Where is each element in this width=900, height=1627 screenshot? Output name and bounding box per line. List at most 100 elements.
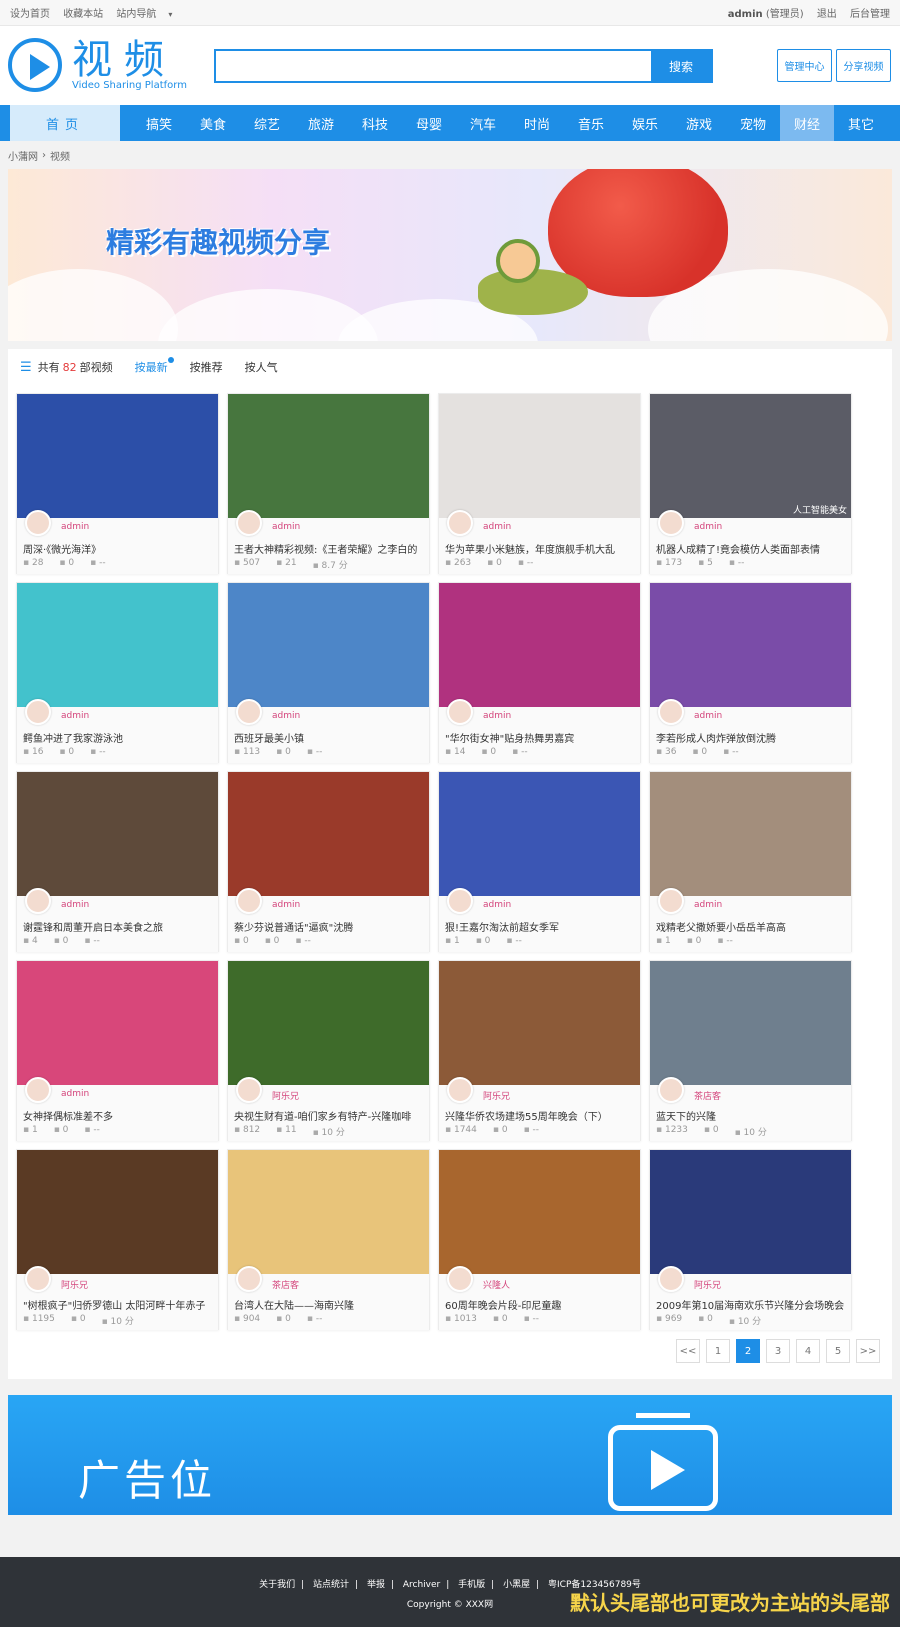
- search-input[interactable]: [216, 51, 651, 81]
- video-author[interactable]: admin: [694, 711, 722, 721]
- video-card[interactable]: admin 谢霆锋和周董开启日本美食之旅 4 0 --: [16, 771, 219, 952]
- video-thumbnail[interactable]: [228, 394, 429, 518]
- avatar[interactable]: [658, 1077, 684, 1103]
- admin-panel-link[interactable]: 后台管理: [850, 9, 890, 20]
- sort-recommended-tab[interactable]: 按推荐: [190, 359, 223, 375]
- video-thumbnail[interactable]: [17, 394, 218, 518]
- avatar[interactable]: [236, 888, 262, 914]
- avatar[interactable]: [236, 510, 262, 536]
- video-thumbnail[interactable]: [17, 961, 218, 1085]
- video-title[interactable]: 周深·《微光海洋》: [23, 541, 212, 556]
- footer-link-stats[interactable]: 站点统计: [313, 1580, 349, 1590]
- video-thumbnail[interactable]: [228, 583, 429, 707]
- video-author[interactable]: admin: [61, 900, 89, 910]
- avatar[interactable]: [658, 888, 684, 914]
- video-author[interactable]: 阿乐兄: [694, 1278, 721, 1291]
- video-thumbnail[interactable]: [228, 1150, 429, 1274]
- nav-item-fashion[interactable]: 时尚: [510, 105, 564, 141]
- video-title[interactable]: 华为苹果小米魅族，年度旗舰手机大乱: [445, 541, 634, 556]
- video-author[interactable]: 阿乐兄: [483, 1089, 510, 1102]
- video-title[interactable]: 谢霆锋和周董开启日本美食之旅: [23, 919, 212, 934]
- video-thumbnail[interactable]: [650, 772, 851, 896]
- video-card[interactable]: admin 华为苹果小米魅族，年度旗舰手机大乱 263 0 --: [438, 393, 641, 574]
- site-nav-dropdown[interactable]: 站内导航 ▾: [116, 9, 182, 20]
- avatar[interactable]: [25, 1266, 51, 1292]
- page-button[interactable]: 5: [826, 1339, 850, 1363]
- avatar[interactable]: [25, 699, 51, 725]
- username-link[interactable]: admin: [728, 9, 763, 20]
- video-card[interactable]: 茶店客台湾人在大陆——海南兴隆 904 0 --: [227, 1149, 430, 1330]
- avatar[interactable]: [25, 1077, 51, 1103]
- avatar[interactable]: [658, 699, 684, 725]
- video-title[interactable]: 鳄鱼冲进了我家游泳池: [23, 730, 212, 745]
- share-video-button[interactable]: 分享视频: [836, 49, 891, 82]
- footer-link-archiver[interactable]: Archiver: [403, 1580, 440, 1590]
- video-card[interactable]: 阿乐兄 "树根疯子"归侨罗德山 太阳河畔十年赤子 1195 0 10 分: [16, 1149, 219, 1330]
- video-title[interactable]: 兴隆华侨农场建场55周年晚会（下）: [445, 1108, 634, 1123]
- video-author[interactable]: admin: [61, 711, 89, 721]
- footer-link-mobile[interactable]: 手机版: [458, 1580, 485, 1590]
- page-last-button[interactable]: >>: [856, 1339, 880, 1363]
- video-author[interactable]: admin: [272, 522, 300, 532]
- avatar[interactable]: [447, 1266, 473, 1292]
- video-author[interactable]: admin: [694, 522, 722, 532]
- video-thumbnail[interactable]: [650, 961, 851, 1085]
- video-title[interactable]: 60周年晚会片段-印尼童趣: [445, 1297, 634, 1312]
- video-author[interactable]: admin: [61, 1089, 89, 1099]
- avatar[interactable]: [447, 699, 473, 725]
- video-author[interactable]: 茶店客: [694, 1089, 721, 1102]
- nav-item-variety[interactable]: 综艺: [240, 105, 294, 141]
- search-button[interactable]: 搜索: [651, 51, 711, 81]
- nav-item-finance[interactable]: 财经: [780, 105, 834, 141]
- nav-item-baby[interactable]: 母婴: [402, 105, 456, 141]
- video-thumbnail[interactable]: 人工智能美女: [650, 394, 851, 518]
- video-thumbnail[interactable]: [439, 772, 640, 896]
- video-title[interactable]: 狠!王嘉尔淘汰前超女季军: [445, 919, 634, 934]
- avatar[interactable]: [236, 699, 262, 725]
- video-thumbnail[interactable]: [228, 961, 429, 1085]
- video-card[interactable]: admin 女神择偶标准差不多 1 0 --: [16, 960, 219, 1141]
- nav-item-ent[interactable]: 娱乐: [618, 105, 672, 141]
- video-thumbnail[interactable]: [439, 583, 640, 707]
- nav-item-car[interactable]: 汽车: [456, 105, 510, 141]
- nav-item-funny[interactable]: 搞笑: [132, 105, 186, 141]
- avatar[interactable]: [236, 1077, 262, 1103]
- video-author[interactable]: admin: [483, 711, 511, 721]
- page-first-button[interactable]: <<: [676, 1339, 700, 1363]
- video-thumbnail[interactable]: [228, 772, 429, 896]
- ad-banner[interactable]: 广告位: [8, 1395, 892, 1515]
- video-author[interactable]: admin: [483, 522, 511, 532]
- set-homepage-link[interactable]: 设为首页: [10, 9, 50, 20]
- video-title[interactable]: 李若彤成人肉炸弹放倒沈腾: [656, 730, 845, 745]
- video-thumbnail[interactable]: [439, 961, 640, 1085]
- video-title[interactable]: 央视生财有道-咱们家乡有特产-兴隆咖啡: [234, 1108, 423, 1123]
- video-thumbnail[interactable]: [17, 1150, 218, 1274]
- video-title[interactable]: 蓝天下的兴隆: [656, 1108, 845, 1123]
- video-card[interactable]: 阿乐兄兴隆华侨农场建场55周年晚会（下） 1744 0 --: [438, 960, 641, 1141]
- video-author[interactable]: admin: [61, 522, 89, 532]
- page-button[interactable]: 4: [796, 1339, 820, 1363]
- video-title[interactable]: 西班牙最美小镇: [234, 730, 423, 745]
- nav-item-other[interactable]: 其它: [834, 105, 888, 141]
- video-author[interactable]: 阿乐兄: [61, 1278, 88, 1291]
- page-button-current[interactable]: 2: [736, 1339, 760, 1363]
- avatar[interactable]: [658, 510, 684, 536]
- video-card[interactable]: admin 李若彤成人肉炸弹放倒沈腾 36 0 --: [649, 582, 852, 763]
- nav-item-travel[interactable]: 旅游: [294, 105, 348, 141]
- video-author[interactable]: admin: [272, 711, 300, 721]
- video-card[interactable]: 茶店客蓝天下的兴隆 1233 0 10 分: [649, 960, 852, 1141]
- video-card[interactable]: admin 狠!王嘉尔淘汰前超女季军 1 0 --: [438, 771, 641, 952]
- video-title[interactable]: 戏精老父撒娇要小岳岳羊高高: [656, 919, 845, 934]
- video-card[interactable]: admin "华尔街女神"贴身热舞男嘉宾 14 0 --: [438, 582, 641, 763]
- avatar[interactable]: [658, 1266, 684, 1292]
- manage-center-button[interactable]: 管理中心: [777, 49, 832, 82]
- video-author[interactable]: admin: [272, 900, 300, 910]
- video-card[interactable]: admin 戏精老父撒娇要小岳岳羊高高 1 0 --: [649, 771, 852, 952]
- nav-item-tech[interactable]: 科技: [348, 105, 402, 141]
- nav-item-music[interactable]: 音乐: [564, 105, 618, 141]
- video-thumbnail[interactable]: [650, 583, 851, 707]
- video-card[interactable]: admin 西班牙最美小镇 113 0 --: [227, 582, 430, 763]
- video-title[interactable]: 2009年第10届海南欢乐节兴隆分会场晚会: [656, 1297, 845, 1312]
- site-logo[interactable]: 视频 Video Sharing Platform: [8, 38, 187, 92]
- video-author[interactable]: 阿乐兄: [272, 1089, 299, 1102]
